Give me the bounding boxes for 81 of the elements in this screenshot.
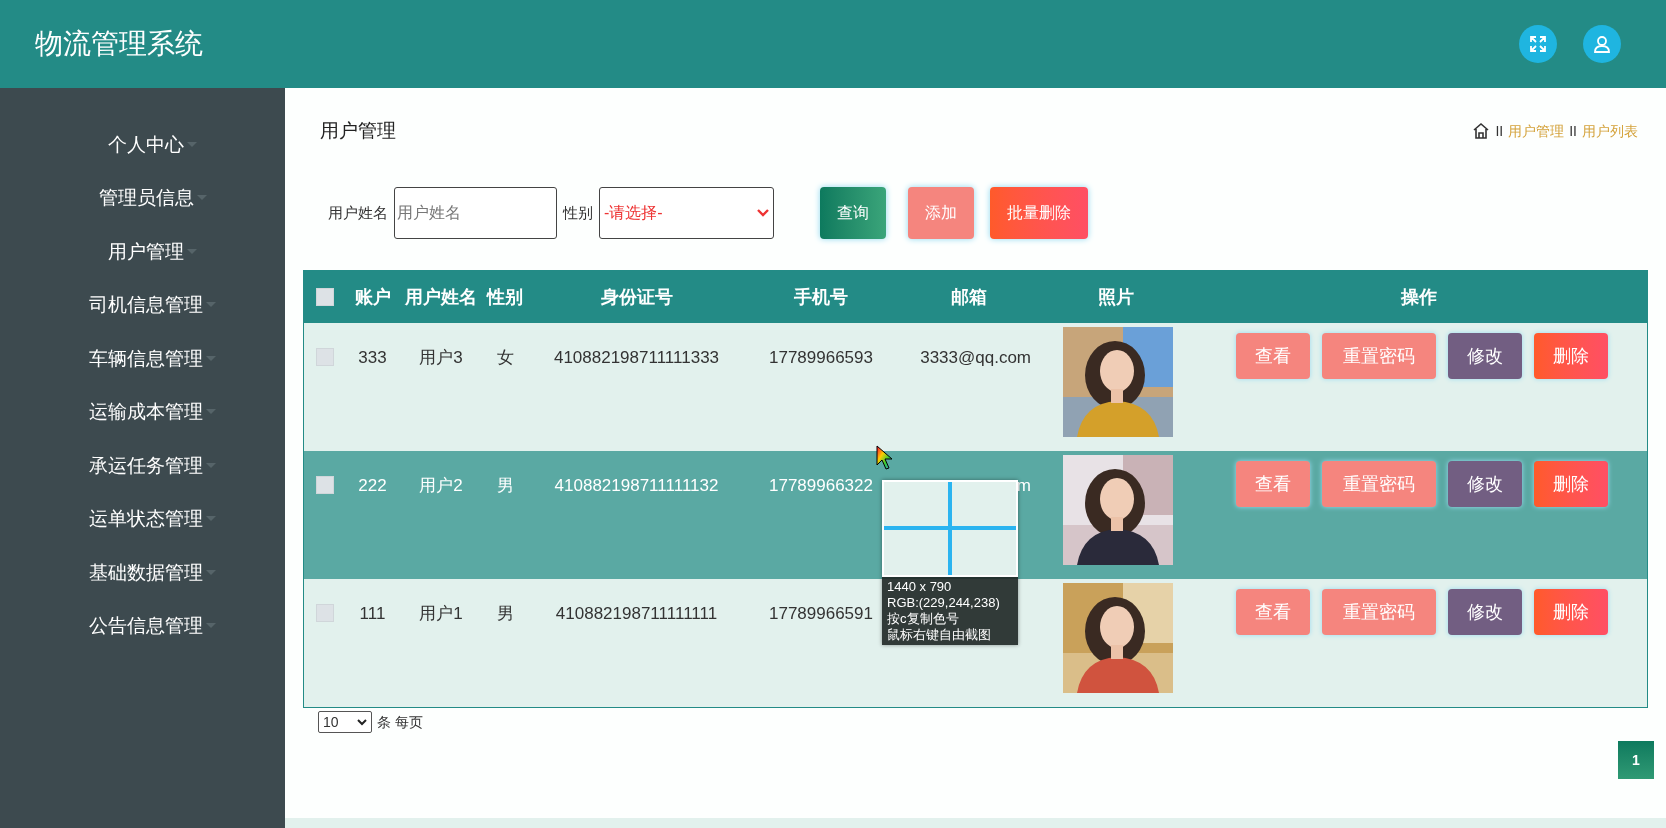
table-cell-text: 用户2 bbox=[419, 475, 463, 497]
sidebar-item[interactable]: 基础数据管理 bbox=[69, 546, 216, 600]
search-button[interactable]: 查询 bbox=[820, 187, 886, 239]
magnifier-text: 1440 x 790 bbox=[887, 579, 953, 595]
page-size-select[interactable]: 10 bbox=[318, 711, 372, 733]
breadcrumb-separator: II bbox=[1569, 121, 1577, 141]
action-button[interactable]: 修改 bbox=[1448, 589, 1522, 635]
column-header: 性别 bbox=[487, 285, 523, 309]
sidebar-item[interactable]: 车辆信息管理 bbox=[69, 332, 216, 386]
table-row[interactable]: 222 用户2 男 410882198711111132 17789966322 m 查看 重置密码 修改 删除 bbox=[304, 451, 1647, 579]
table-cell-text: 222 bbox=[358, 475, 387, 497]
field-label: 用户姓名 bbox=[328, 202, 388, 223]
sidebar-item[interactable]: 用户管理 bbox=[88, 225, 197, 279]
breadcrumb-separator: II bbox=[1495, 121, 1504, 141]
table-cell-text: 333 bbox=[358, 347, 387, 369]
table-cell-text: 111 bbox=[359, 603, 386, 625]
caret-icon bbox=[187, 141, 197, 148]
table-cell-text: 410882198711111333 bbox=[553, 347, 720, 369]
column-header: 账户 bbox=[354, 285, 391, 309]
table-cell-text: 用户1 bbox=[419, 603, 463, 625]
action-button[interactable]: 删除 bbox=[1534, 333, 1608, 379]
search-button[interactable]: 批量删除 bbox=[990, 187, 1088, 239]
sidebar-item[interactable]: 公告信息管理 bbox=[69, 599, 216, 653]
user-button[interactable] bbox=[1583, 25, 1621, 63]
caret-icon bbox=[206, 462, 216, 469]
sidebar-item[interactable]: 司机信息管理 bbox=[69, 278, 216, 332]
table-cell-text: 女 bbox=[496, 347, 514, 369]
caret-icon bbox=[206, 355, 216, 362]
table-cell-text: 410882198711111111 bbox=[555, 603, 718, 625]
page-button[interactable]: 1 bbox=[1618, 741, 1654, 779]
table-row[interactable]: 333 用户3 女 410882198711111333 17789966593 3333@qq.com 查看 重置密码 修改 删除 bbox=[304, 323, 1647, 451]
table-cell-text: 男 bbox=[496, 475, 514, 497]
sidebar-item[interactable]: 运输成本管理 bbox=[69, 385, 216, 439]
table-cell-text: 17789966591 bbox=[769, 603, 873, 625]
app-title: 物流管理系统 bbox=[35, 27, 203, 61]
fullscreen-button[interactable] bbox=[1519, 25, 1557, 63]
checkbox[interactable] bbox=[316, 476, 334, 494]
caret-icon bbox=[196, 195, 207, 202]
column-header: 操作 bbox=[1401, 285, 1437, 309]
caret-icon bbox=[187, 248, 197, 255]
column-header: 身份证号 bbox=[600, 285, 673, 309]
magnifier-text: 鼠标右键自由截图 bbox=[887, 627, 992, 643]
action-button[interactable]: 修改 bbox=[1448, 461, 1522, 507]
table-cell-text: 用户3 bbox=[419, 347, 463, 369]
checkbox[interactable] bbox=[316, 288, 334, 306]
user-icon bbox=[1592, 34, 1612, 54]
name-field[interactable]: 用户姓名 bbox=[394, 187, 557, 239]
sidebar-item[interactable]: 运单状态管理 bbox=[69, 492, 216, 546]
chevron-icon bbox=[357, 718, 367, 726]
caret-icon bbox=[206, 302, 216, 309]
caret-icon bbox=[206, 409, 216, 416]
checkbox[interactable] bbox=[316, 604, 334, 622]
magnifier-text: RGB:(229,244,238) bbox=[887, 595, 1001, 611]
expand-icon bbox=[1528, 34, 1548, 54]
table-cell-text: 男 bbox=[496, 603, 514, 625]
table-cell-text: 410882198711111132 bbox=[554, 475, 719, 497]
caret-icon bbox=[206, 569, 216, 576]
column-header: 手机号 bbox=[794, 285, 848, 309]
chevron-icon bbox=[757, 209, 769, 217]
action-button[interactable]: 删除 bbox=[1534, 589, 1608, 635]
column-header: 用户姓名 bbox=[405, 285, 477, 309]
column-header: 照片 bbox=[1098, 285, 1134, 309]
sidebar-item[interactable]: 管理员信息 bbox=[78, 171, 207, 225]
caret-icon bbox=[206, 516, 216, 523]
action-button[interactable]: 修改 bbox=[1448, 333, 1522, 379]
sidebar-item[interactable]: 承运任务管理 bbox=[69, 439, 216, 493]
sidebar-item[interactable]: 个人中心 bbox=[88, 118, 197, 172]
home-icon[interactable] bbox=[1472, 122, 1491, 140]
table-cell-text: m bbox=[1016, 475, 1031, 497]
table-cell-text: 17789966593 bbox=[769, 347, 873, 369]
table-cell-text: 3333@qq.com bbox=[920, 347, 1031, 369]
column-header: 邮箱 bbox=[950, 285, 987, 309]
field-label: 性别 bbox=[563, 202, 593, 223]
caret-icon bbox=[206, 623, 216, 630]
action-button[interactable]: 删除 bbox=[1534, 461, 1608, 507]
table-cell-text: 17789966322 bbox=[769, 475, 873, 497]
checkbox[interactable] bbox=[316, 348, 334, 366]
gender-select[interactable]: -请选择- bbox=[599, 187, 774, 239]
page-title: 用户管理 bbox=[320, 118, 396, 143]
magnifier-text: 按c复制色号 bbox=[887, 611, 960, 627]
page-size-label: 条 每页 bbox=[377, 712, 423, 732]
